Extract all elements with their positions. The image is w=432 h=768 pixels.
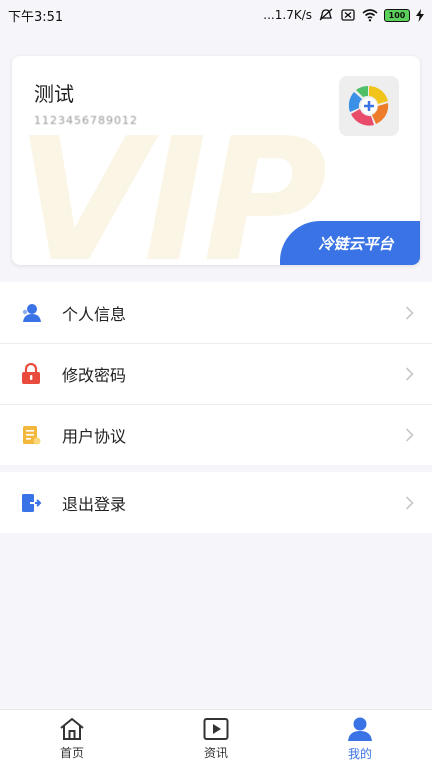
account-id: 1123456789012 <box>34 114 138 127</box>
status-time: 下午3:51 <box>8 9 64 25</box>
logout-icon <box>20 492 42 514</box>
menu-label-personal-info: 个人信息 <box>62 304 127 324</box>
charging-icon <box>416 8 424 22</box>
user-icon <box>20 302 42 324</box>
nav-tab-mine[interactable]: 我的 <box>288 710 432 768</box>
platform-logo-icon <box>348 86 389 126</box>
play-icon <box>203 718 229 740</box>
chevron-right-icon <box>405 495 414 510</box>
nav-label-home: 首页 <box>59 746 84 760</box>
status-indicators: ...1.7K/s 100 <box>263 8 424 22</box>
settings-menu: 个人信息 修改密码 用户协议 <box>0 282 432 465</box>
mute-icon <box>319 8 333 21</box>
status-bar: 下午3:51 ...1.7K/s 100 <box>0 0 432 30</box>
nav-tab-news[interactable]: 资讯 <box>144 710 288 768</box>
document-icon <box>20 424 42 446</box>
menu-item-logout[interactable]: 退出登录 <box>0 472 432 533</box>
person-icon <box>348 717 372 741</box>
menu-item-personal-info[interactable]: 个人信息 <box>0 282 432 343</box>
menu-label-logout: 退出登录 <box>62 494 127 514</box>
nav-tab-home[interactable]: 首页 <box>0 710 144 768</box>
lock-icon <box>20 362 42 385</box>
chevron-right-icon <box>405 366 414 381</box>
platform-logo <box>339 76 399 136</box>
menu-item-user-agreement[interactable]: 用户协议 <box>0 404 432 465</box>
logout-menu: 退出登录 <box>0 472 432 533</box>
vip-watermark: VIP <box>16 102 327 265</box>
menu-label-user-agreement: 用户协议 <box>62 426 127 446</box>
platform-badge: 冷链云平台 <box>280 221 420 265</box>
user-name: 测试 <box>34 82 74 106</box>
wifi-icon <box>362 9 378 22</box>
chevron-right-icon <box>405 305 414 320</box>
menu-label-change-password: 修改密码 <box>62 365 127 385</box>
nav-label-mine: 我的 <box>347 747 372 761</box>
menu-item-change-password[interactable]: 修改密码 <box>0 343 432 404</box>
bottom-nav: 首页 资讯 我的 <box>0 709 432 768</box>
network-speed: ...1.7K/s <box>263 8 312 22</box>
no-sim-icon <box>341 9 355 21</box>
home-icon <box>60 718 84 740</box>
nav-label-news: 资讯 <box>203 746 228 760</box>
battery-indicator: 100 <box>384 8 410 22</box>
chevron-right-icon <box>405 427 414 442</box>
profile-card: VIP 测试 1123456789012 冷链云平台 <box>12 56 420 265</box>
